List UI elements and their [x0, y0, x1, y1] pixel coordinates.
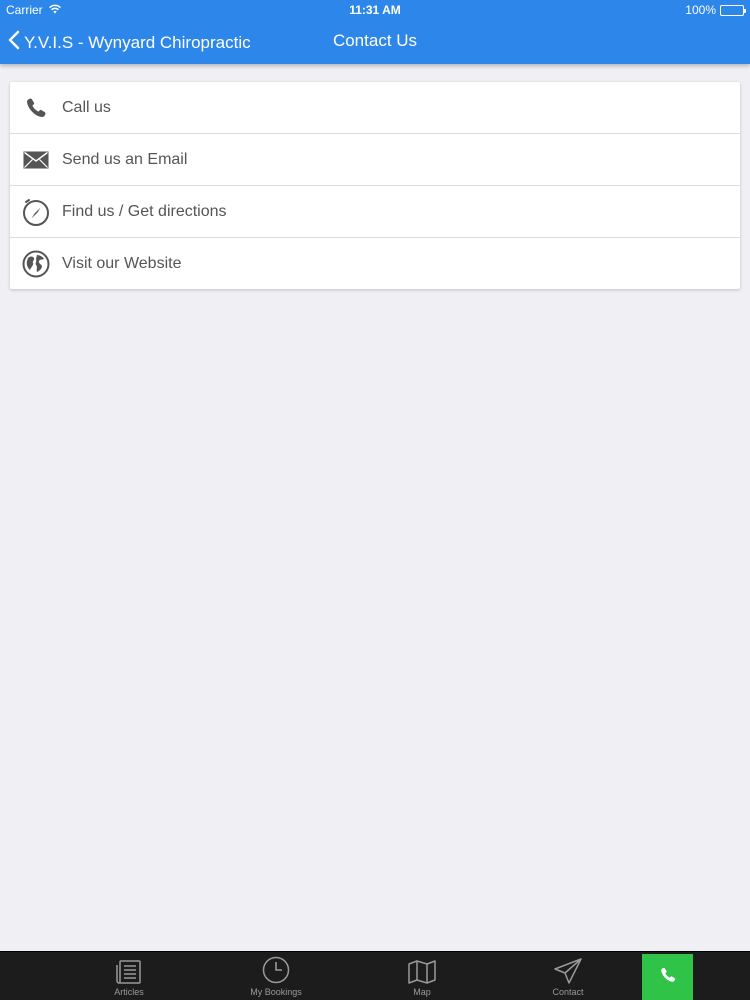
contact-options-list: Call us Send us an Email Find us / Get d…: [10, 82, 740, 289]
tab-contact[interactable]: Contact: [518, 952, 618, 1000]
call-button[interactable]: [642, 954, 693, 1000]
send-email-item[interactable]: Send us an Email: [10, 134, 740, 186]
articles-icon: [116, 952, 142, 984]
phone-icon: [659, 966, 677, 989]
tab-map[interactable]: Map: [372, 952, 472, 1000]
battery-icon: [720, 4, 746, 16]
phone-icon: [10, 82, 62, 134]
envelope-icon: [10, 134, 62, 186]
visit-website-label: Visit our Website: [62, 254, 182, 272]
status-right: 100%: [685, 3, 746, 17]
call-us-label: Call us: [62, 98, 111, 116]
tab-map-label: Map: [413, 987, 431, 997]
call-us-item[interactable]: Call us: [10, 82, 740, 134]
status-bar: Carrier 11:31 AM 100%: [0, 0, 750, 20]
tab-articles[interactable]: Articles: [79, 952, 179, 1000]
map-icon: [408, 952, 436, 984]
tab-my-bookings[interactable]: My Bookings: [226, 952, 326, 1000]
page-title: Contact Us: [332, 31, 418, 50]
status-time: 11:31 AM: [349, 3, 401, 17]
tab-my-bookings-label: My Bookings: [250, 987, 302, 997]
battery-percent: 100%: [685, 3, 716, 17]
globe-icon: [10, 238, 62, 290]
paper-plane-icon: [554, 952, 582, 984]
tab-articles-label: Articles: [114, 987, 144, 997]
send-email-label: Send us an Email: [62, 150, 188, 168]
find-us-label: Find us / Get directions: [62, 202, 227, 220]
compass-icon: [10, 186, 62, 238]
top-bar: Carrier 11:31 AM 100% Y.V.I.S - Wynyard …: [0, 0, 750, 64]
tab-contact-label: Contact: [552, 987, 584, 997]
visit-website-item[interactable]: Visit our Website: [10, 238, 740, 289]
bottom-tab-bar: Articles My Bookings Map Contact: [0, 951, 750, 1000]
clock-icon: [262, 952, 290, 984]
navigation-bar: Y.V.I.S - Wynyard Chiropractic Contact U…: [0, 20, 750, 64]
find-us-item[interactable]: Find us / Get directions: [10, 186, 740, 238]
